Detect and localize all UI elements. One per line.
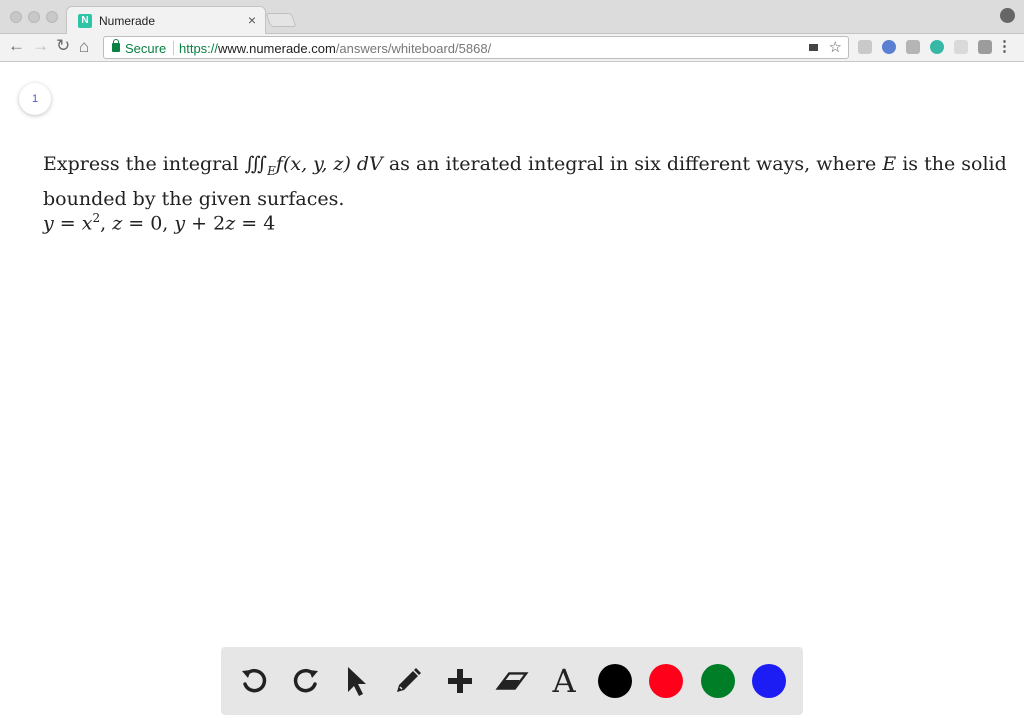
back-arrow-icon[interactable]: ← xyxy=(8,36,25,56)
color-swatch-green[interactable] xyxy=(701,664,735,698)
url-text[interactable]: https://www.numerade.com/answers/whitebo… xyxy=(179,41,491,56)
eq-y2: y xyxy=(174,212,186,235)
lock-icon xyxy=(112,39,120,52)
eq-exponent: 2 xyxy=(92,211,101,225)
problem-statement: Express the integral ∭Ef(x, y, z) dV as … xyxy=(43,150,1013,213)
close-window-button[interactable] xyxy=(10,11,22,23)
plus-icon[interactable] xyxy=(443,664,477,698)
problem-middle: as an iterated integral in six different… xyxy=(382,153,883,175)
secure-label: Secure xyxy=(125,41,167,56)
integrand-args: (x, y, z) xyxy=(282,153,351,175)
differential: dV xyxy=(350,153,383,175)
divider xyxy=(173,41,174,55)
integrand-function: f xyxy=(275,153,283,175)
camera-icon[interactable] xyxy=(809,44,818,51)
surface-equations: y = x2, z = 0, y + 2z = 4 xyxy=(43,211,275,234)
bookmark-star-icon[interactable]: ☆ xyxy=(829,38,842,56)
extension-flag-icon[interactable] xyxy=(882,40,896,54)
extension-m-icon[interactable] xyxy=(930,40,944,54)
eq-equals-zero: = 0, xyxy=(122,212,175,235)
color-swatch-blue[interactable] xyxy=(752,664,786,698)
color-swatch-black[interactable] xyxy=(598,664,632,698)
undo-icon[interactable] xyxy=(237,664,271,698)
address-bar[interactable]: Secure https://www.numerade.com/answers/… xyxy=(103,36,849,59)
eq-equals1: = xyxy=(53,212,82,235)
eq-equals-four: = 4 xyxy=(235,212,276,235)
extension-k-icon[interactable] xyxy=(906,40,920,54)
cursor-icon[interactable] xyxy=(339,664,373,698)
extension-screen-icon[interactable] xyxy=(954,40,968,54)
color-swatch-red[interactable] xyxy=(649,664,683,698)
integral-subscript: E xyxy=(267,164,276,178)
whiteboard-toolbar: A xyxy=(221,647,803,715)
reload-icon[interactable]: ↻ xyxy=(56,36,70,56)
eq-z1: z xyxy=(112,212,123,235)
eq-plus-two: + 2 xyxy=(185,212,226,235)
eraser-icon[interactable] xyxy=(495,664,529,698)
more-menu-icon[interactable]: ⋮ xyxy=(997,37,1012,55)
browser-tab[interactable]: N Numerade × xyxy=(66,6,266,35)
pencil-icon[interactable] xyxy=(391,664,425,698)
tab-title: Numerade xyxy=(99,14,156,28)
extension-box-icon[interactable] xyxy=(978,40,992,54)
url-scheme: https:// xyxy=(179,41,219,56)
browser-toolbar: ← → ↻ ⌂ Secure https://www.numerade.com/… xyxy=(0,34,1024,62)
page-number-badge[interactable]: 1 xyxy=(19,83,51,115)
region-symbol: E xyxy=(882,153,897,175)
tab-close-icon[interactable]: × xyxy=(248,12,256,28)
triple-integral-symbol: ∭ xyxy=(244,153,268,175)
eq-comma1: , xyxy=(100,212,113,235)
eq-z2: z xyxy=(225,212,236,235)
browser-tab-bar: N Numerade × xyxy=(0,0,1024,35)
redo-icon[interactable] xyxy=(289,664,323,698)
text-icon[interactable]: A xyxy=(547,662,581,700)
eq-x: x xyxy=(81,212,93,235)
profile-icon[interactable] xyxy=(1000,8,1015,23)
new-tab-button[interactable] xyxy=(265,13,297,27)
numerade-favicon-icon: N xyxy=(78,14,92,28)
url-path: /answers/whiteboard/5868/ xyxy=(335,41,492,56)
maximize-window-button[interactable] xyxy=(46,11,58,23)
url-host: www.numerade.com xyxy=(218,41,336,56)
extension-puzzle-icon[interactable] xyxy=(858,40,872,54)
forward-arrow-icon[interactable]: → xyxy=(32,36,49,56)
eq-y1: y xyxy=(43,212,54,235)
home-icon[interactable]: ⌂ xyxy=(79,37,89,57)
problem-intro: Express the integral xyxy=(43,153,245,175)
minimize-window-button[interactable] xyxy=(28,11,40,23)
